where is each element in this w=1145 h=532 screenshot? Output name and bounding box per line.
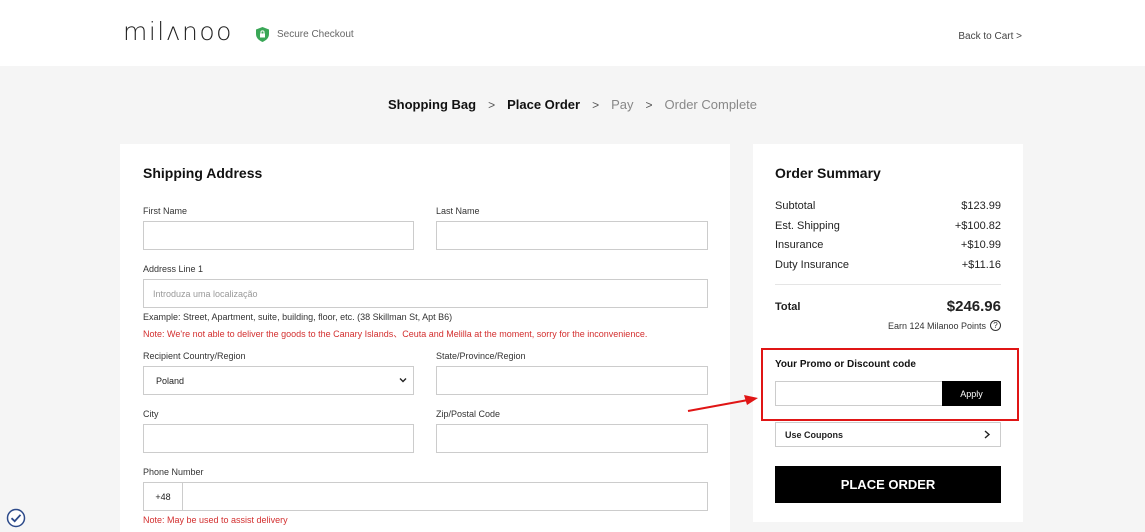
summary-row-label: Est. Shipping bbox=[775, 220, 840, 232]
summary-row-label: Insurance bbox=[775, 239, 824, 251]
promo-highlight-box bbox=[761, 348, 1019, 421]
summary-row-duty-insurance: Duty Insurance +$11.16 bbox=[775, 259, 1001, 271]
first-name-input[interactable] bbox=[143, 221, 414, 250]
first-name-label: First Name bbox=[143, 206, 188, 216]
secure-checkout-badge: Secure Checkout bbox=[256, 27, 354, 42]
summary-row-value: +$11.16 bbox=[961, 259, 1001, 271]
phone-prefix[interactable]: +48 bbox=[144, 483, 183, 510]
summary-row-value: +$100.82 bbox=[954, 220, 1001, 232]
chevron-right-icon: > bbox=[488, 97, 496, 112]
chevron-right-icon: > bbox=[592, 97, 600, 112]
city-label: City bbox=[143, 409, 159, 419]
summary-row-value: $123.99 bbox=[961, 200, 1001, 212]
zip-input[interactable] bbox=[436, 424, 708, 453]
shield-icon bbox=[256, 27, 269, 42]
use-coupons-button[interactable]: Use Coupons bbox=[775, 422, 1001, 447]
summary-row-value: +$10.99 bbox=[960, 239, 1001, 251]
help-icon[interactable]: ? bbox=[990, 320, 1001, 331]
last-name-label: Last Name bbox=[436, 206, 480, 216]
address-delivery-note: Note: We're not able to deliver the good… bbox=[143, 329, 648, 339]
milanoo-logo[interactable]: milʌnoo bbox=[123, 17, 233, 46]
back-to-cart-link[interactable]: Back to Cart > bbox=[958, 31, 1022, 42]
last-name-input[interactable] bbox=[436, 221, 708, 250]
summary-row-label: Duty Insurance bbox=[775, 259, 849, 271]
order-summary-title: Order Summary bbox=[775, 165, 881, 181]
annotation-arrow-icon bbox=[687, 395, 758, 412]
chevron-right-icon bbox=[984, 430, 991, 439]
address-example-text: Example: Street, Apartment, suite, build… bbox=[143, 312, 453, 322]
shipping-address-title: Shipping Address bbox=[143, 165, 263, 181]
zip-label: Zip/Postal Code bbox=[436, 409, 501, 419]
order-summary-card: Order Summary Subtotal $123.99 Est. Ship… bbox=[753, 144, 1023, 522]
city-input[interactable] bbox=[143, 424, 414, 453]
address-placeholder: Introduza uma localização bbox=[153, 288, 258, 299]
total-value: $246.96 bbox=[946, 298, 1001, 315]
place-order-button[interactable]: PLACE ORDER bbox=[775, 466, 1001, 503]
points-info: Earn 124 Milanoo Points ? bbox=[888, 320, 1001, 331]
country-value: Poland bbox=[156, 375, 185, 386]
summary-row-shipping: Est. Shipping +$100.82 bbox=[775, 220, 1001, 232]
shipping-address-card: Shipping Address First Name Last Name Ad… bbox=[120, 144, 730, 532]
step-shopping-bag[interactable]: Shopping Bag bbox=[384, 97, 480, 112]
step-order-complete: Order Complete bbox=[664, 97, 758, 112]
state-input[interactable] bbox=[436, 366, 708, 395]
state-label: State/Province/Region bbox=[436, 351, 526, 361]
country-select[interactable]: Poland bbox=[143, 366, 414, 395]
step-place-order: Place Order bbox=[507, 97, 581, 112]
summary-row-subtotal: Subtotal $123.99 bbox=[775, 200, 1001, 212]
phone-input[interactable]: +48 bbox=[143, 482, 708, 511]
address-line-1-label: Address Line 1 bbox=[143, 264, 204, 274]
phone-note: Note: May be used to assist delivery bbox=[143, 515, 288, 525]
chevron-right-icon: > bbox=[645, 97, 653, 112]
chevron-down-icon bbox=[399, 378, 407, 383]
summary-row-label: Subtotal bbox=[775, 200, 816, 212]
summary-row-insurance: Insurance +$10.99 bbox=[775, 239, 1001, 251]
country-label: Recipient Country/Region bbox=[143, 351, 246, 361]
address-line-1-input[interactable]: Introduza uma localização bbox=[143, 279, 708, 308]
checkout-steps: Shopping Bag > Place Order > Pay > Order… bbox=[0, 97, 1145, 112]
use-coupons-label: Use Coupons bbox=[785, 429, 844, 440]
total-label: Total bbox=[775, 301, 801, 313]
back-to-cart-label: Back to Cart bbox=[958, 31, 1014, 42]
points-text: Earn 124 Milanoo Points bbox=[887, 320, 986, 331]
site-header: milʌnoo Secure Checkout Back to Cart > bbox=[0, 0, 1145, 66]
verified-badge-icon[interactable] bbox=[6, 508, 26, 528]
secure-checkout-text: Secure Checkout bbox=[277, 29, 354, 40]
step-pay: Pay bbox=[611, 97, 634, 112]
phone-label: Phone Number bbox=[143, 467, 204, 477]
chevron-right-icon: > bbox=[1016, 31, 1022, 42]
summary-divider bbox=[775, 284, 1001, 285]
